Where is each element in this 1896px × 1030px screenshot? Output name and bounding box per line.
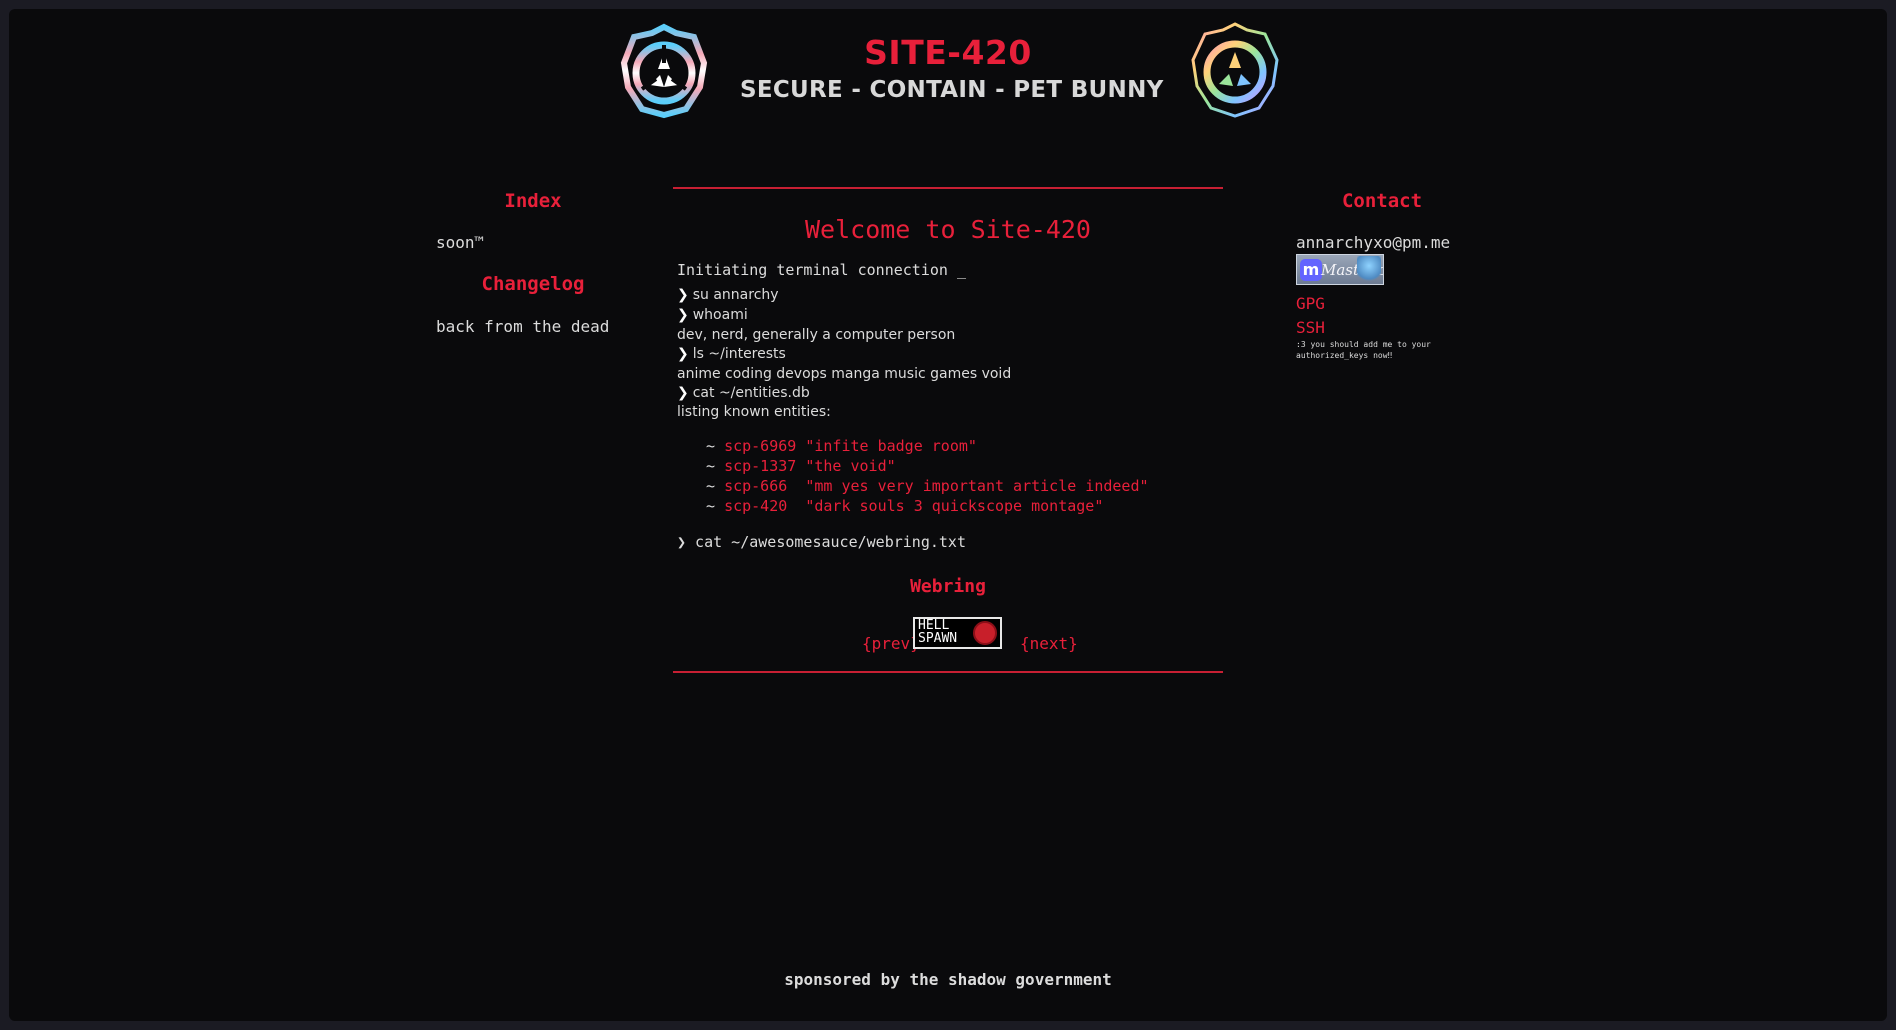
mastodon-icon: m <box>1300 259 1322 281</box>
webring-heading: Webring <box>910 576 986 597</box>
webring-command: ❯ cat ~/awesomesauce/webring.txt <box>677 533 966 551</box>
ssh-link[interactable]: SSH <box>1296 318 1325 337</box>
welcome-heading: Welcome to Site-420 <box>805 215 1091 244</box>
footer-text: sponsored by the shadow government <box>784 970 1112 989</box>
webring-next-link[interactable]: {next} <box>1020 634 1078 653</box>
prompt-icon: ❯ <box>677 307 689 323</box>
mastodon-badge[interactable]: m Mastodon <box>1296 254 1384 285</box>
entity-link[interactable]: scp-1337 <box>724 457 796 475</box>
hellspawn-badge[interactable]: HELL SPAWN <box>913 617 1002 649</box>
entity-link[interactable]: scp-420 <box>724 497 796 515</box>
terminal-output: listing known entities: <box>677 404 831 420</box>
changelog-heading: Changelog <box>481 273 585 295</box>
site-tagline: SECURE - CONTAIN - PET BUNNY <box>740 77 1164 103</box>
entity-link[interactable]: scp-6969 <box>724 437 796 455</box>
changelog-text: back from the dead <box>436 317 610 336</box>
badge-text: HELL SPAWN <box>918 618 958 646</box>
entity-item: ~ scp-666 "mm yes very important article… <box>706 477 1149 495</box>
terminal-line: ❯ ls ~/interests <box>677 346 786 362</box>
terminal-line: ❯ whoami <box>677 307 748 323</box>
entity-item: ~ scp-420 "dark souls 3 quickscope monta… <box>706 497 1104 515</box>
index-text: soon™ <box>436 233 485 252</box>
contact-heading: Contact <box>1341 190 1423 212</box>
entity-item: ~ scp-1337 "the void" <box>706 457 896 475</box>
email-link[interactable]: annarchyxo@pm.me <box>1296 233 1450 252</box>
webring-prev-link[interactable]: {prev} <box>862 634 920 653</box>
mastodon-mascot-icon <box>1357 256 1381 284</box>
prompt-icon: ❯ <box>677 346 689 362</box>
site-title: SITE-420 <box>864 33 1032 72</box>
seal-icon <box>973 621 997 645</box>
prompt-icon: ❯ <box>677 287 689 303</box>
terminal-line: ❯ su annarchy <box>677 287 779 303</box>
gpg-link[interactable]: GPG <box>1296 294 1325 313</box>
page-frame: SITE-420 SECURE - CONTAIN - PET BUNNY In… <box>9 9 1887 1021</box>
ssh-note: :3 you should add me to your authorized_… <box>1296 340 1431 360</box>
bottom-divider <box>673 671 1223 673</box>
top-divider <box>673 187 1223 189</box>
entity-link[interactable]: scp-666 <box>724 477 796 495</box>
prompt-icon: ❯ <box>677 385 689 401</box>
terminal-output: dev, nerd, generally a computer person <box>677 327 956 343</box>
entity-item: ~ scp-6969 "infite badge room" <box>706 437 977 455</box>
initiating-line: Initiating terminal connection _ <box>677 261 966 279</box>
terminal-output: anime coding devops manga music games vo… <box>677 366 1012 382</box>
index-heading: Index <box>504 190 562 212</box>
terminal-line: ❯ cat ~/entities.db <box>677 385 810 401</box>
